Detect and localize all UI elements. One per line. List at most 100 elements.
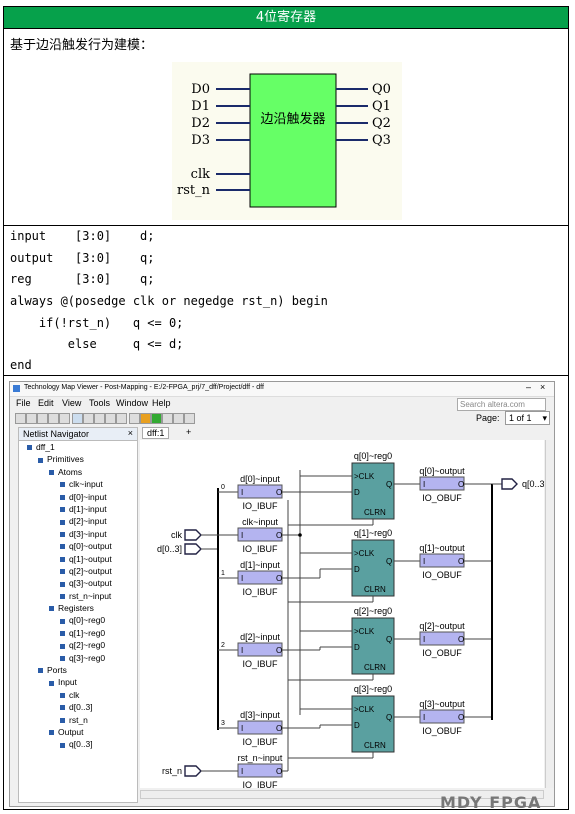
navigator-item[interactable]: clk xyxy=(19,690,137,702)
code-line: always @(posedge clk or negedge rst_n) b… xyxy=(10,294,328,308)
tree-node-icon xyxy=(60,519,65,525)
forward-icon[interactable] xyxy=(26,413,37,424)
add-tab-icon[interactable]: + xyxy=(186,427,191,437)
filter-icon[interactable] xyxy=(116,413,127,424)
navigator-item[interactable]: q[3]~reg0 xyxy=(19,653,137,665)
bus-index: 0 xyxy=(221,484,225,491)
vertical-scrollbar[interactable] xyxy=(545,440,554,788)
settings-icon[interactable] xyxy=(162,413,173,424)
pin-label: CLRN xyxy=(364,585,386,594)
navigator-item[interactable]: clk~input xyxy=(19,479,137,491)
fit-icon[interactable] xyxy=(94,413,105,424)
navigator-item[interactable]: dff_1 xyxy=(19,442,137,454)
buffer-type: IO_IBUF xyxy=(242,587,278,597)
navigator-item[interactable]: d[2]~input xyxy=(19,516,137,528)
navigator-item-label: d[0..3] xyxy=(69,702,93,713)
navigator-item[interactable]: d[1]~input xyxy=(19,504,137,516)
find-icon[interactable] xyxy=(59,413,70,424)
tree-node-icon xyxy=(60,631,65,637)
screenshot-section: Technology Map Viewer - Post-Mapping - E… xyxy=(4,376,568,811)
menu-file[interactable]: File xyxy=(16,398,31,408)
output-label: Q1 xyxy=(372,99,391,114)
color-icon[interactable] xyxy=(140,413,151,424)
navigator-tree: dff_1 Primitives Atoms clk~input d[0]~input d… xyxy=(19,442,137,752)
navigator-item[interactable]: Input xyxy=(19,677,137,689)
pin-label: O xyxy=(458,557,464,566)
search-input[interactable]: Search altera.com xyxy=(457,398,546,411)
page-title: 4位寄存器 xyxy=(4,7,568,29)
menu-edit[interactable]: Edit xyxy=(38,398,54,408)
pin-label: D xyxy=(354,565,360,574)
navigator-item[interactable]: q[3]~output xyxy=(19,578,137,590)
tree-node-icon xyxy=(49,606,54,612)
export-icon[interactable] xyxy=(173,413,184,424)
navigator-item-label: q[0]~reg0 xyxy=(69,615,106,626)
netlist-navigator: Netlist Navigator × dff_1 Primitives Atoms… xyxy=(18,427,138,803)
pin-label: O xyxy=(458,635,464,644)
navigator-item-label: d[3]~input xyxy=(69,528,107,539)
menu-help[interactable]: Help xyxy=(152,398,171,408)
menu-view[interactable]: View xyxy=(62,398,81,408)
navigator-item[interactable]: d[3]~input xyxy=(19,529,137,541)
navigator-item[interactable]: Primitives xyxy=(19,454,137,466)
navigator-item[interactable]: Ports xyxy=(19,665,137,677)
buffer-name: d[3]~input xyxy=(240,710,280,720)
pin-label: O xyxy=(276,646,282,655)
page-select[interactable]: 1 of 1 ▾ xyxy=(505,411,550,425)
navigator-item[interactable]: q[0..3] xyxy=(19,739,137,751)
tree-node-icon xyxy=(60,494,65,500)
chevron-down-icon: ▾ xyxy=(542,413,547,423)
tab-dff[interactable]: dff:1 xyxy=(142,427,170,439)
close-icon[interactable]: × xyxy=(128,428,133,438)
navigator-item-label: rst_n~input xyxy=(69,590,112,601)
buffer-name: d[0]~input xyxy=(240,474,280,484)
pin-label: O xyxy=(276,574,282,583)
print-icon[interactable] xyxy=(48,413,59,424)
navigator-item[interactable]: Output xyxy=(19,727,137,739)
tree-node-icon xyxy=(60,556,65,562)
navigator-item[interactable]: rst_n~input xyxy=(19,591,137,603)
input-label: D3 xyxy=(191,133,210,148)
tree-node-icon xyxy=(60,693,65,699)
pin-label: I xyxy=(423,480,425,489)
menu-window[interactable]: Window xyxy=(116,398,148,408)
tree-node-icon xyxy=(60,618,65,624)
tree-node-icon xyxy=(38,457,43,463)
junction xyxy=(298,533,302,537)
bus-index: 2 xyxy=(221,642,225,649)
navigator-item[interactable]: rst_n xyxy=(19,715,137,727)
run-icon[interactable] xyxy=(151,413,162,424)
pin-label: I xyxy=(241,646,243,655)
navigator-item[interactable]: q[0]~reg0 xyxy=(19,615,137,627)
app-icon xyxy=(13,385,20,392)
tree-node-icon xyxy=(60,507,65,513)
navigator-item[interactable]: Atoms xyxy=(19,467,137,479)
navigator-item-label: q[0]~output xyxy=(69,541,112,552)
menu-tools[interactable]: Tools xyxy=(89,398,110,408)
navigator-item[interactable]: q[2]~reg0 xyxy=(19,640,137,652)
buffer-type: IO_OBUF xyxy=(422,648,462,658)
navigator-item[interactable]: d[0]~input xyxy=(19,492,137,504)
document-table: 4位寄存器 基于边沿触发行为建模： 边沿触发器 D0 D1 D2 D3 clk rst_n… xyxy=(3,6,569,810)
netlist-icon[interactable] xyxy=(129,413,140,424)
navigator-item[interactable]: Registers xyxy=(19,603,137,615)
navigator-item[interactable]: q[1]~output xyxy=(19,554,137,566)
navigator-item-label: q[1]~output xyxy=(69,553,112,564)
select-icon[interactable] xyxy=(72,413,83,424)
close-icon[interactable]: × xyxy=(540,382,545,392)
navigator-item-label: Primitives xyxy=(47,454,84,465)
hand-icon[interactable] xyxy=(105,413,116,424)
refresh-icon[interactable] xyxy=(37,413,48,424)
zoom-icon[interactable] xyxy=(83,413,94,424)
bus-index: 3 xyxy=(221,720,225,727)
navigator-item[interactable]: d[0..3] xyxy=(19,702,137,714)
navigator-item[interactable]: q[2]~output xyxy=(19,566,137,578)
navigator-item[interactable]: q[0]~output xyxy=(19,541,137,553)
block-label: 边沿触发器 xyxy=(260,111,325,127)
grid-icon[interactable] xyxy=(184,413,195,424)
watermark: MDY FPGA xyxy=(440,793,542,812)
back-icon[interactable] xyxy=(15,413,26,424)
tree-node-icon xyxy=(60,705,65,711)
minimize-icon[interactable]: – xyxy=(526,382,531,392)
navigator-item[interactable]: q[1]~reg0 xyxy=(19,628,137,640)
